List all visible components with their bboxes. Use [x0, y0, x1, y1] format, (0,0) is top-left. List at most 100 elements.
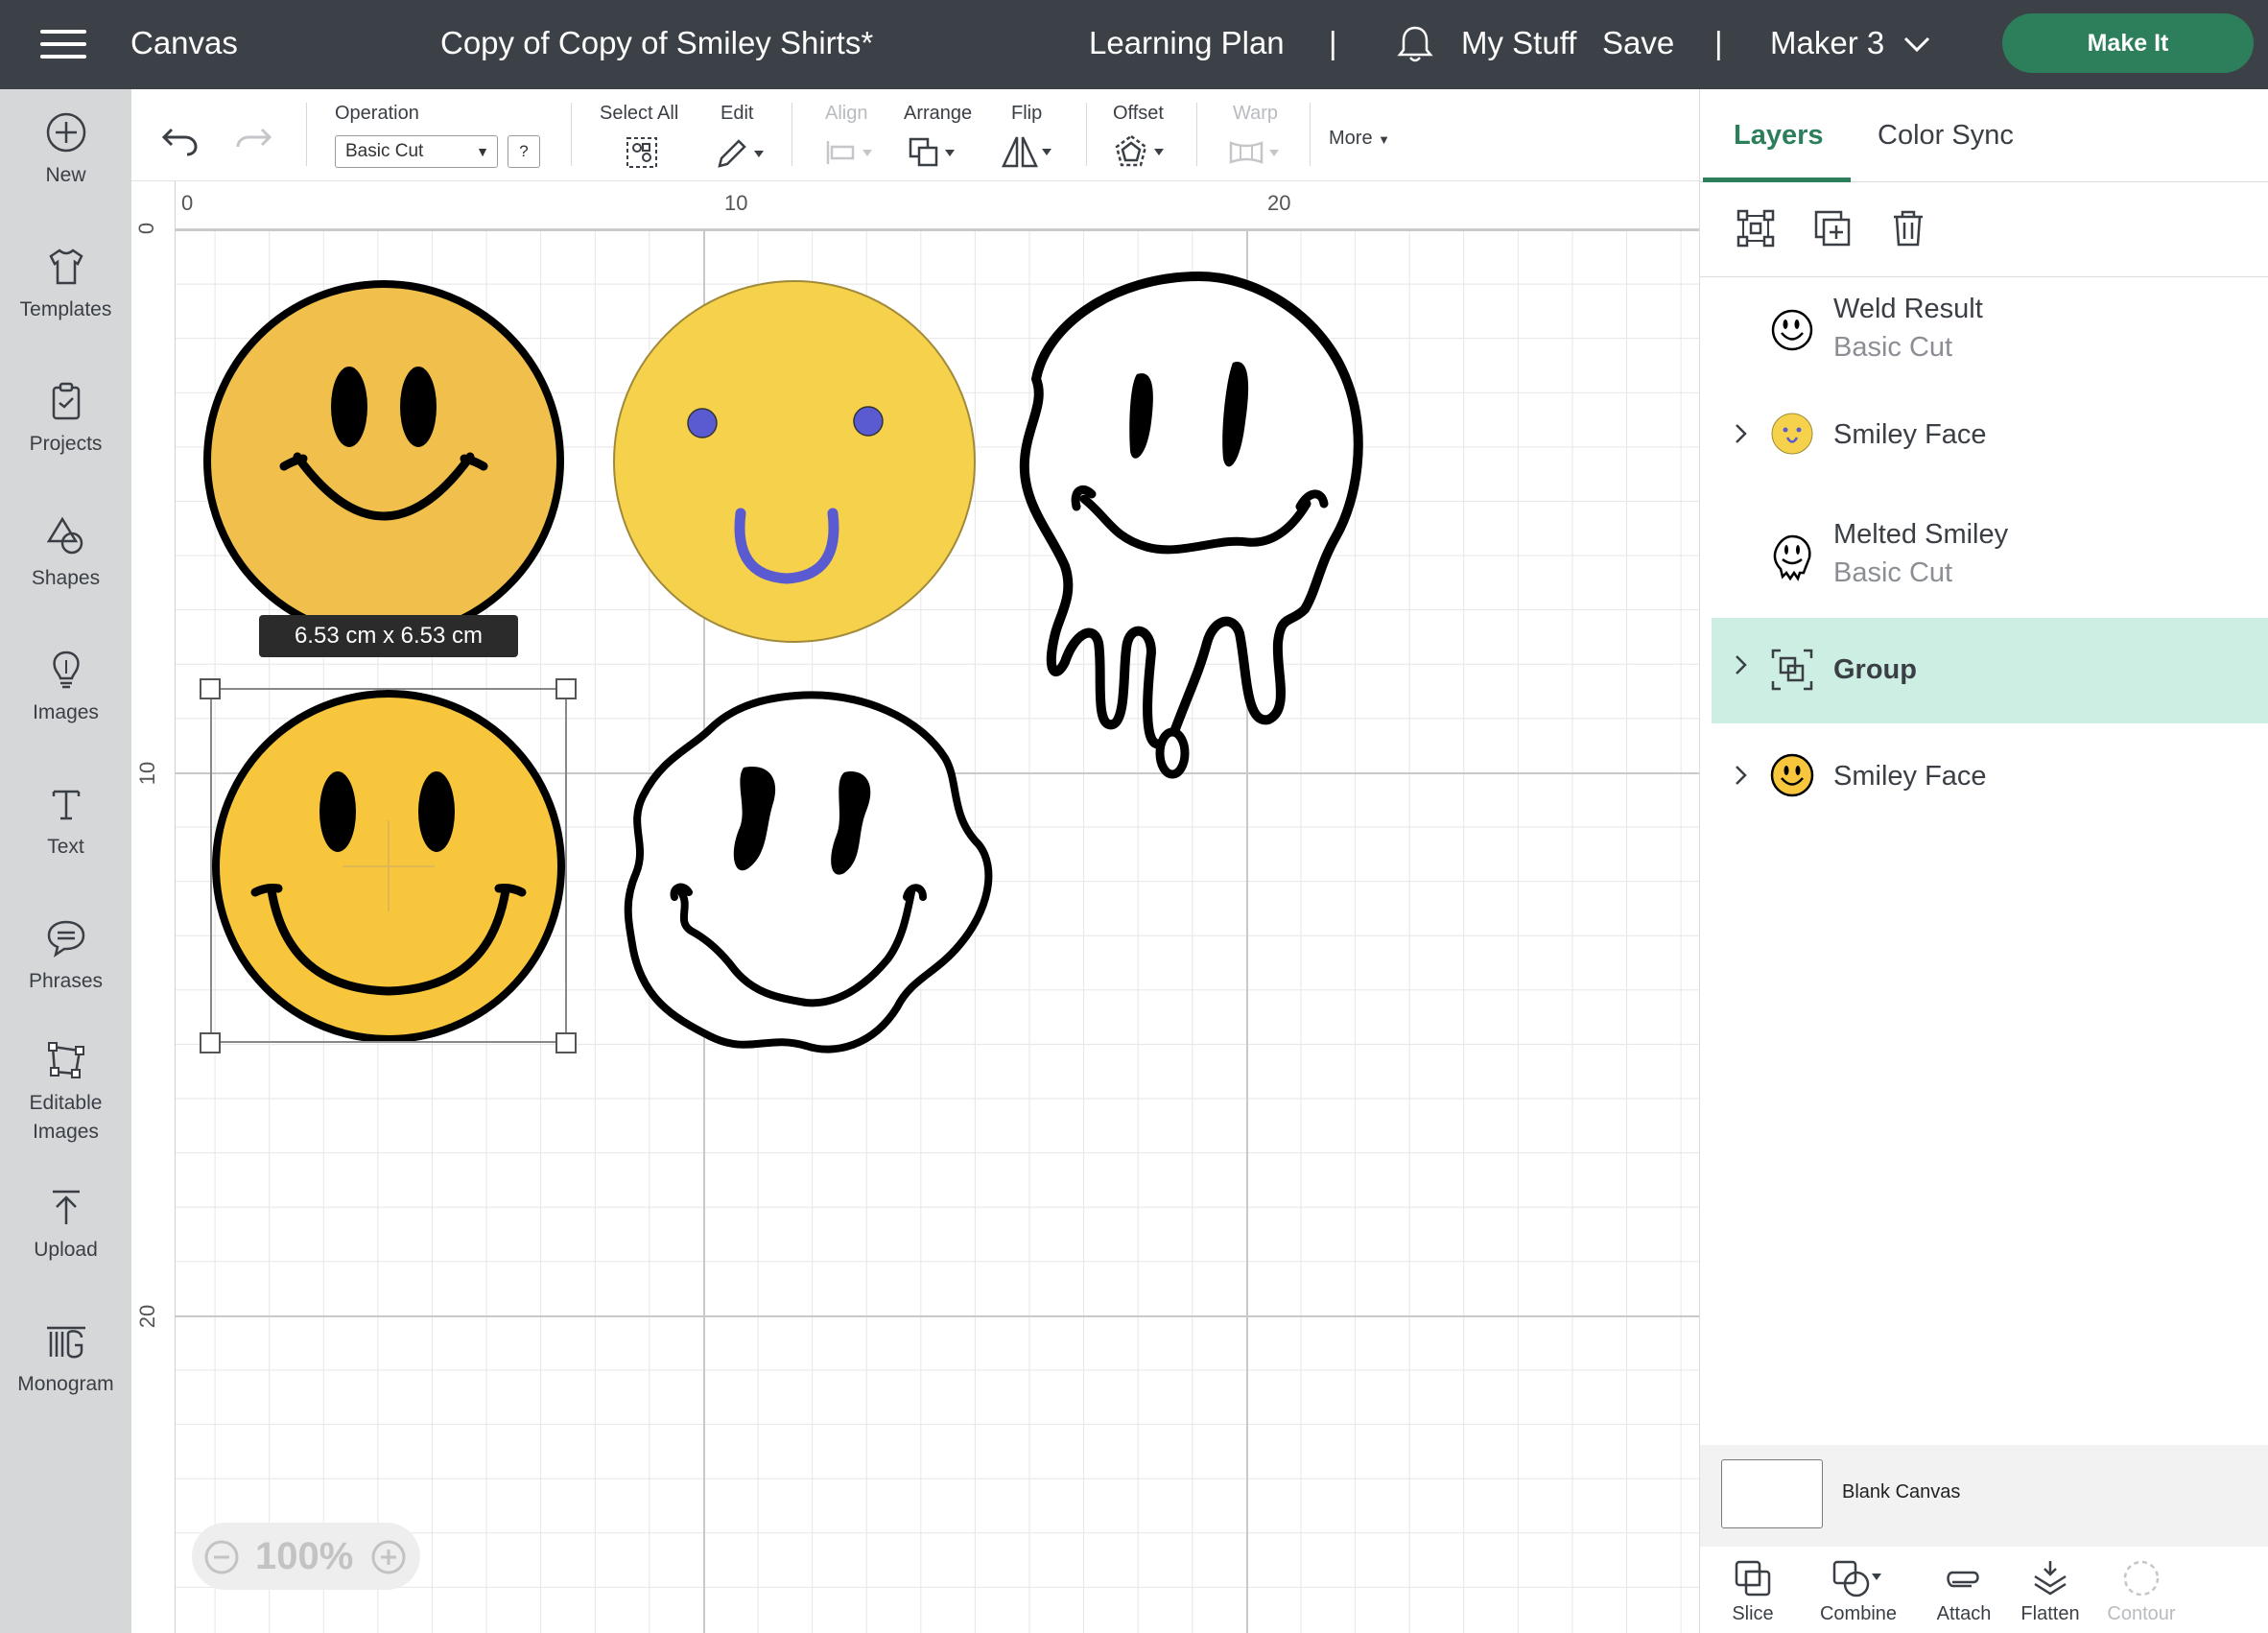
slice-button[interactable]: Slice [1719, 1548, 1786, 1625]
layer-melted-smiley[interactable]: Melted Smiley Basic Cut [1712, 516, 2268, 603]
sidebar-label-monogram: Monogram [17, 1373, 114, 1395]
toolbar-separator [1086, 103, 1087, 166]
sidebar-item-phrases[interactable]: Phrases [0, 917, 131, 996]
zoom-control: 100% [192, 1523, 420, 1590]
melted-smiley-icon [1773, 534, 1811, 581]
operation-select[interactable]: Basic Cut ▼ [335, 135, 498, 168]
sidebar-item-monogram[interactable]: Monogram [0, 1320, 131, 1399]
ruler-top-0: 0 [181, 191, 194, 215]
attach-button[interactable]: Attach [1925, 1548, 2002, 1625]
make-it-button[interactable]: Make It [2002, 13, 2254, 73]
smiley-gold-icon [1770, 753, 1814, 797]
sidebar-item-new[interactable]: New [0, 111, 131, 190]
operation-value: Basic Cut [345, 141, 424, 161]
plus-circle-icon [46, 112, 85, 153]
sidebar-item-editable-images[interactable]: Editable Images [0, 1039, 131, 1147]
chevron-right-icon[interactable] [1733, 421, 1750, 446]
contour-button[interactable]: Contour [2098, 1548, 2185, 1625]
sidebar-label-shapes: Shapes [31, 567, 101, 589]
combine-button[interactable]: Combine [1806, 1548, 1911, 1625]
group-layers-icon[interactable] [1736, 208, 1776, 248]
zoom-out-icon[interactable] [203, 1539, 240, 1575]
chevron-right-icon[interactable] [1733, 652, 1750, 677]
tab-layers[interactable]: Layers [1734, 120, 1824, 152]
tab-color-sync[interactable]: Color Sync [1878, 120, 2014, 152]
resize-handle-top-left[interactable] [200, 678, 221, 699]
flatten-button[interactable]: Flatten [2012, 1548, 2089, 1625]
sidebar-label-upload: Upload [34, 1239, 98, 1261]
resize-handle-top-right[interactable] [555, 678, 577, 699]
operation-label: Operation [335, 103, 419, 124]
toolbar-separator [1196, 103, 1197, 166]
sidebar-item-images[interactable]: Images [0, 649, 131, 727]
design-canvas[interactable] [176, 229, 1699, 1633]
machine-selector[interactable]: Maker 3 [1770, 23, 1884, 63]
select-all-label: Select All [600, 103, 679, 124]
save-button[interactable]: Save [1602, 23, 1674, 63]
duplicate-icon[interactable] [1812, 208, 1853, 248]
contour-label: Contour [2107, 1603, 2176, 1624]
layer-smiley-face-1[interactable]: Smiley Face [1712, 406, 2268, 473]
toolbar-separator [791, 103, 792, 166]
sidebar-item-projects[interactable]: Projects [0, 380, 131, 459]
resize-handle-bottom-left[interactable] [200, 1032, 221, 1053]
zoom-in-icon[interactable] [370, 1539, 407, 1575]
hamburger-menu-icon[interactable] [40, 30, 86, 59]
chevron-down-icon[interactable] [1902, 35, 1931, 54]
shapes-icon [46, 516, 83, 555]
project-title[interactable]: Copy of Copy of Smiley Shirts* [440, 23, 873, 63]
speech-bubble-icon [47, 920, 84, 958]
layer-name: Smiley Face [1833, 761, 1987, 792]
size-tooltip: 6.53 cm x 6.53 cm [259, 615, 518, 657]
warp-icon[interactable] [1227, 137, 1288, 168]
chevron-right-icon[interactable] [1733, 763, 1750, 788]
blank-canvas-row[interactable]: Blank Canvas [1700, 1445, 2268, 1547]
layer-weld-result[interactable]: Weld Result Basic Cut [1712, 291, 2268, 377]
wavy-smiley[interactable] [624, 691, 993, 1053]
smiley-face-gold[interactable] [212, 690, 565, 1043]
blank-canvas-label: Blank Canvas [1842, 1481, 1961, 1503]
trash-icon[interactable] [1888, 208, 1928, 248]
toolbar-separator [1310, 103, 1311, 166]
ruler-left-10: 10 [135, 761, 160, 786]
sidebar-item-text[interactable]: Text [0, 783, 131, 862]
blank-canvas-swatch[interactable] [1721, 1459, 1823, 1528]
edit-toolbar: Operation Basic Cut ▼ ? Select All Edit A… [131, 89, 1699, 181]
select-all-icon[interactable] [625, 135, 659, 170]
layer-name: Smiley Face [1833, 419, 1987, 450]
undo-icon[interactable] [160, 124, 199, 158]
canvas-objects [200, 272, 1363, 1053]
arrange-icon[interactable] [907, 135, 960, 170]
slice-icon [1735, 1560, 1771, 1597]
smiley-face-orange[interactable] [203, 280, 564, 641]
upload-icon [52, 1190, 80, 1224]
melted-smiley[interactable] [1019, 272, 1363, 779]
pencil-icon[interactable] [714, 135, 768, 170]
edit-label: Edit [721, 103, 754, 124]
contour-icon [2123, 1560, 2160, 1597]
sidebar-label-phrases: Phrases [28, 970, 104, 992]
smiley-face-yellow[interactable] [613, 280, 976, 643]
design-space-app: Canvas Copy of Copy of Smiley Shirts* Le… [0, 0, 2268, 1633]
more-label: More [1329, 128, 1373, 149]
bell-icon[interactable] [1396, 24, 1434, 64]
offset-icon[interactable] [1114, 133, 1171, 170]
more-menu[interactable]: More ▼ [1329, 128, 1390, 150]
more-caret-icon: ▼ [1378, 132, 1391, 147]
sidebar-item-shapes[interactable]: Shapes [0, 514, 131, 593]
resize-handle-bottom-right[interactable] [555, 1032, 577, 1053]
redo-icon[interactable] [235, 124, 273, 158]
flip-icon[interactable] [1000, 133, 1057, 170]
sidebar-item-upload[interactable]: Upload [0, 1186, 131, 1265]
smiley-yellow-icon [1771, 413, 1813, 455]
sidebar-item-templates[interactable]: Templates [0, 246, 131, 324]
align-icon[interactable] [824, 137, 878, 168]
operation-help-button[interactable]: ? [508, 135, 540, 168]
arrange-label: Arrange [904, 103, 973, 124]
my-stuff-link[interactable]: My Stuff [1461, 23, 1576, 63]
smiley-outline-icon [1771, 309, 1813, 351]
layer-smiley-face-2[interactable]: Smiley Face [1712, 747, 2268, 815]
flatten-label: Flatten [2020, 1603, 2080, 1624]
layer-group[interactable]: Group [1712, 618, 2268, 723]
learning-plan-link[interactable]: Learning Plan [1089, 23, 1285, 63]
